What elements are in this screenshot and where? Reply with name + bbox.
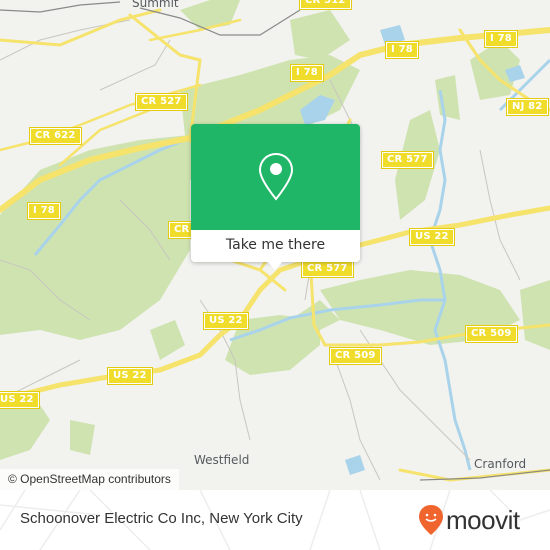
moovit-logo[interactable]: moovit	[418, 504, 520, 536]
location-popup: Take me there	[191, 124, 360, 270]
road-shield-cr509: CR 509	[329, 347, 382, 365]
road-shield-us22: US 22	[203, 312, 249, 330]
popup-pointer	[267, 261, 283, 270]
road-shield-cr577: CR 577	[381, 151, 434, 169]
road-shield-cr622: CR 622	[29, 127, 82, 145]
popup-header	[191, 124, 360, 230]
road-shield-us22: US 22	[107, 367, 153, 385]
road-shield-cr509: CR 509	[465, 325, 518, 343]
road-shield-i78: I 78	[385, 41, 419, 59]
road-shield-i78: I 78	[290, 64, 324, 82]
road-shield-i78: I 78	[27, 202, 61, 220]
moovit-wordmark: moovit	[446, 505, 520, 535]
place-label-cranford: Cranford	[474, 457, 527, 471]
map-attribution[interactable]: © OpenStreetMap contributors	[0, 469, 179, 490]
map[interactable]: Summit Westfield Cranford CR 512 I 78 I …	[0, 0, 550, 490]
location-title: Schoonover Electric Co Inc, New York Cit…	[20, 510, 303, 527]
footer-bar: Schoonover Electric Co Inc, New York Cit…	[0, 490, 550, 550]
place-label-summit: Summit	[132, 0, 179, 10]
road-shield-cr512: CR 512	[299, 0, 352, 10]
place-label-westfield: Westfield	[194, 453, 250, 467]
location-pin-icon	[258, 152, 293, 201]
road-shield-cr577: CR 577	[301, 260, 354, 278]
road-shield-i78: I 78	[484, 30, 518, 48]
road-shield-nj82: NJ 82	[506, 98, 549, 116]
road-shield-cr527: CR 527	[135, 93, 188, 111]
moovit-pin-icon	[419, 505, 443, 535]
road-shield-us22: US 22	[0, 391, 40, 409]
take-me-there-button[interactable]: Take me there	[191, 230, 360, 262]
road-shield-us22: US 22	[409, 228, 455, 246]
